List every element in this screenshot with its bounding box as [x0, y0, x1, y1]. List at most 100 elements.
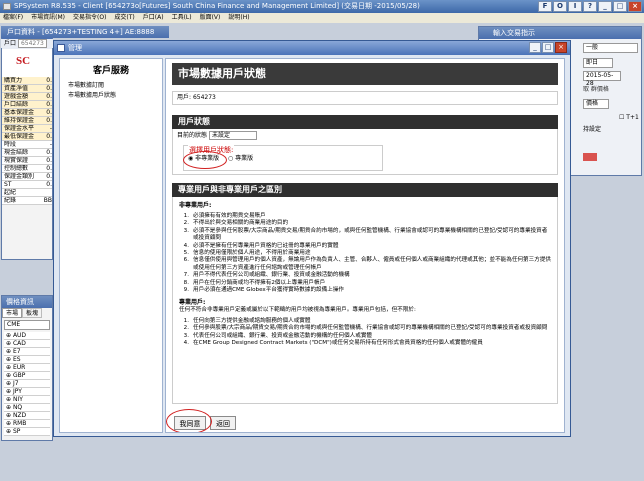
account-row-value: BB	[43, 197, 52, 204]
user-row: 用戶: 654273	[172, 91, 558, 105]
account-row-label: 起紀	[4, 189, 17, 196]
account-row-label: 紀錄	[4, 197, 17, 204]
tab-market[interactable]: 市場	[2, 308, 23, 318]
account-logo-area: SC	[2, 49, 52, 77]
account-row: 維持保證金 0.	[2, 117, 52, 125]
status-section-header: 用戶狀態	[172, 115, 558, 129]
account-row: 紀錄 BB	[2, 197, 52, 205]
account-row: 遊戲金額 0.	[2, 93, 52, 101]
highlight-annotation	[183, 151, 227, 169]
account-row-label: 維持保證金	[4, 117, 35, 124]
account-row: 現金結餘 0.	[2, 149, 52, 157]
menu-tools[interactable]: 工具(L)	[172, 13, 192, 23]
sidebar-item-user-status[interactable]: 市場數據用戶狀態	[68, 91, 162, 101]
price-item-label: AUD	[12, 332, 27, 339]
order-type-select[interactable]: 一般	[583, 43, 638, 53]
option-professional[interactable]: ○ 專業版	[228, 155, 253, 163]
menu-trade[interactable]: 成交(T)	[114, 13, 134, 23]
price-item-label: E7	[12, 348, 21, 355]
price-item-label: ES	[12, 356, 21, 363]
price-list-item[interactable]: ⊕ NZD	[4, 412, 50, 420]
account-row-value: -	[49, 141, 52, 148]
account-id-field[interactable]: 654273	[17, 39, 47, 48]
account-row-label: 資產淨值	[4, 85, 29, 92]
validity-select[interactable]: 即日	[583, 58, 613, 68]
price-list-item[interactable]: ⊕ ES	[4, 356, 50, 364]
price-list-item[interactable]: ⊕ SP	[4, 428, 50, 436]
menu-account[interactable]: 戶口(A)	[143, 13, 164, 23]
account-row-value: -	[49, 125, 52, 132]
price-list-item[interactable]: ⊕ NQ	[4, 404, 50, 412]
account-row-value: 0.	[46, 85, 52, 92]
agree-highlight-annotation	[166, 409, 212, 432]
price-list-item[interactable]: ⊕ EUR	[4, 364, 50, 372]
i-button[interactable]: I	[568, 1, 582, 12]
back-button[interactable]: 返回	[210, 416, 236, 430]
account-row-value: 0.	[46, 181, 52, 188]
help-button[interactable]: ?	[583, 1, 597, 12]
market-select[interactable]: CME	[4, 320, 50, 330]
page-title: 市場數據用戶狀態	[178, 67, 266, 80]
menu-file[interactable]: 檔案(F)	[3, 13, 23, 23]
account-row: 購買力 0.	[2, 77, 52, 85]
account-row-label: 戶口結餘	[4, 101, 29, 108]
minimize-icon[interactable]: _	[598, 1, 612, 12]
account-window-header: 戶口資料 - [654273+TESTING 4+] AE:8888	[1, 26, 169, 38]
app-toolbar-buttons: F O I ? _ □ ×	[538, 1, 642, 12]
user-id: 654273	[192, 94, 216, 101]
price-list-item[interactable]: ⊕ JPY	[4, 388, 50, 396]
account-rows: 購買力 0. 資產淨值 0. 遊戲金額 0. 戶口結餘 0. 基本保證金 0. 維持保證金 0. 保證金…	[2, 77, 52, 205]
menu-order[interactable]: 交易指令(O)	[73, 13, 106, 23]
menu-market-info[interactable]: 市場資訊(M)	[31, 13, 65, 23]
account-row-value: 0.	[46, 77, 52, 84]
date-field[interactable]: 2015-05-28	[583, 71, 621, 87]
price-list-item[interactable]: ⊕ E7	[4, 348, 50, 356]
close-icon[interactable]: ×	[628, 1, 642, 12]
account-row-value: 0.	[46, 101, 52, 108]
f-button[interactable]: F	[538, 1, 552, 12]
tab-board[interactable]: 板塊	[22, 308, 43, 318]
price-item-label: SP	[12, 428, 21, 435]
non-pro-title: 非專業用戶:	[179, 202, 212, 209]
close-icon[interactable]: ×	[555, 42, 567, 53]
maximize-icon[interactable]: □	[613, 1, 627, 12]
price-item-label: NZD	[12, 412, 27, 419]
account-row: 控制總數 0.	[2, 165, 52, 173]
list-item: 2. 不得出於與交易相關的商業用途的目的	[183, 220, 289, 227]
maximize-icon[interactable]: □	[542, 42, 554, 53]
dialog-icon	[57, 44, 65, 52]
account-row-value: 0.	[46, 109, 52, 116]
dialog-sidebar: 客戶服務 市場數據訂閱 市場數據用戶狀態	[59, 58, 163, 433]
price-item-label: NIY	[12, 396, 23, 403]
account-row: 保證金類別 0.	[2, 173, 52, 181]
price-item-label: GBP	[12, 372, 26, 379]
o-button[interactable]: O	[553, 1, 567, 12]
list-item: 3. 代表任何公司或組織、銀行業、投資或金融活動的機構的任何個人或實體	[183, 332, 373, 339]
dialog-title: 管理	[68, 44, 82, 52]
hold-setting[interactable]: 持設定	[583, 125, 601, 135]
sidebar-item-subscription[interactable]: 市場數據訂閱	[68, 81, 162, 91]
list-item: 6. 信息僅供使用與管理用戶的個人資產，無論用戶作為負責人、主管、合夥人、僱員或任…	[183, 257, 552, 271]
menu-help[interactable]: 說明(H)	[228, 13, 249, 23]
price-field[interactable]: 價格	[583, 99, 609, 109]
price-list-item[interactable]: ⊕ NIY	[4, 396, 50, 404]
account-row: 起紀	[2, 189, 52, 197]
price-list-item[interactable]: ⊕ J7	[4, 380, 50, 388]
price-list-item[interactable]: ⊕ RMB	[4, 420, 50, 428]
difference-section-header: 專業用戶與非專業用戶之區別	[172, 183, 558, 197]
account-id-row: 戶口 654273	[1, 39, 53, 48]
minimize-icon[interactable]: _	[529, 42, 541, 53]
menu-bar: 檔案(F) 市場資訊(M) 交易指令(O) 成交(T) 戶口(A) 工具(L) …	[0, 13, 644, 23]
account-row-value: 0.	[46, 93, 52, 100]
price-list-item[interactable]: ⊕ GBP	[4, 372, 50, 380]
account-row-value: 0.	[46, 133, 52, 140]
account-window: 戶口資料 - [654273+TESTING 4+] AE:8888 戶口 SC…	[1, 26, 53, 260]
account-row-value: 0.	[46, 157, 52, 164]
current-status-label: 目前的狀態	[177, 132, 208, 139]
t1-checkbox[interactable]: ☐ T+1	[619, 113, 639, 123]
price-item-label: RMB	[12, 420, 27, 427]
price-list-item[interactable]: ⊕ CAD	[4, 340, 50, 348]
price-window-title: 價格資訊	[2, 296, 52, 308]
menu-layout[interactable]: 版面(V)	[200, 13, 221, 23]
price-list-item[interactable]: ⊕ AUD	[4, 332, 50, 340]
